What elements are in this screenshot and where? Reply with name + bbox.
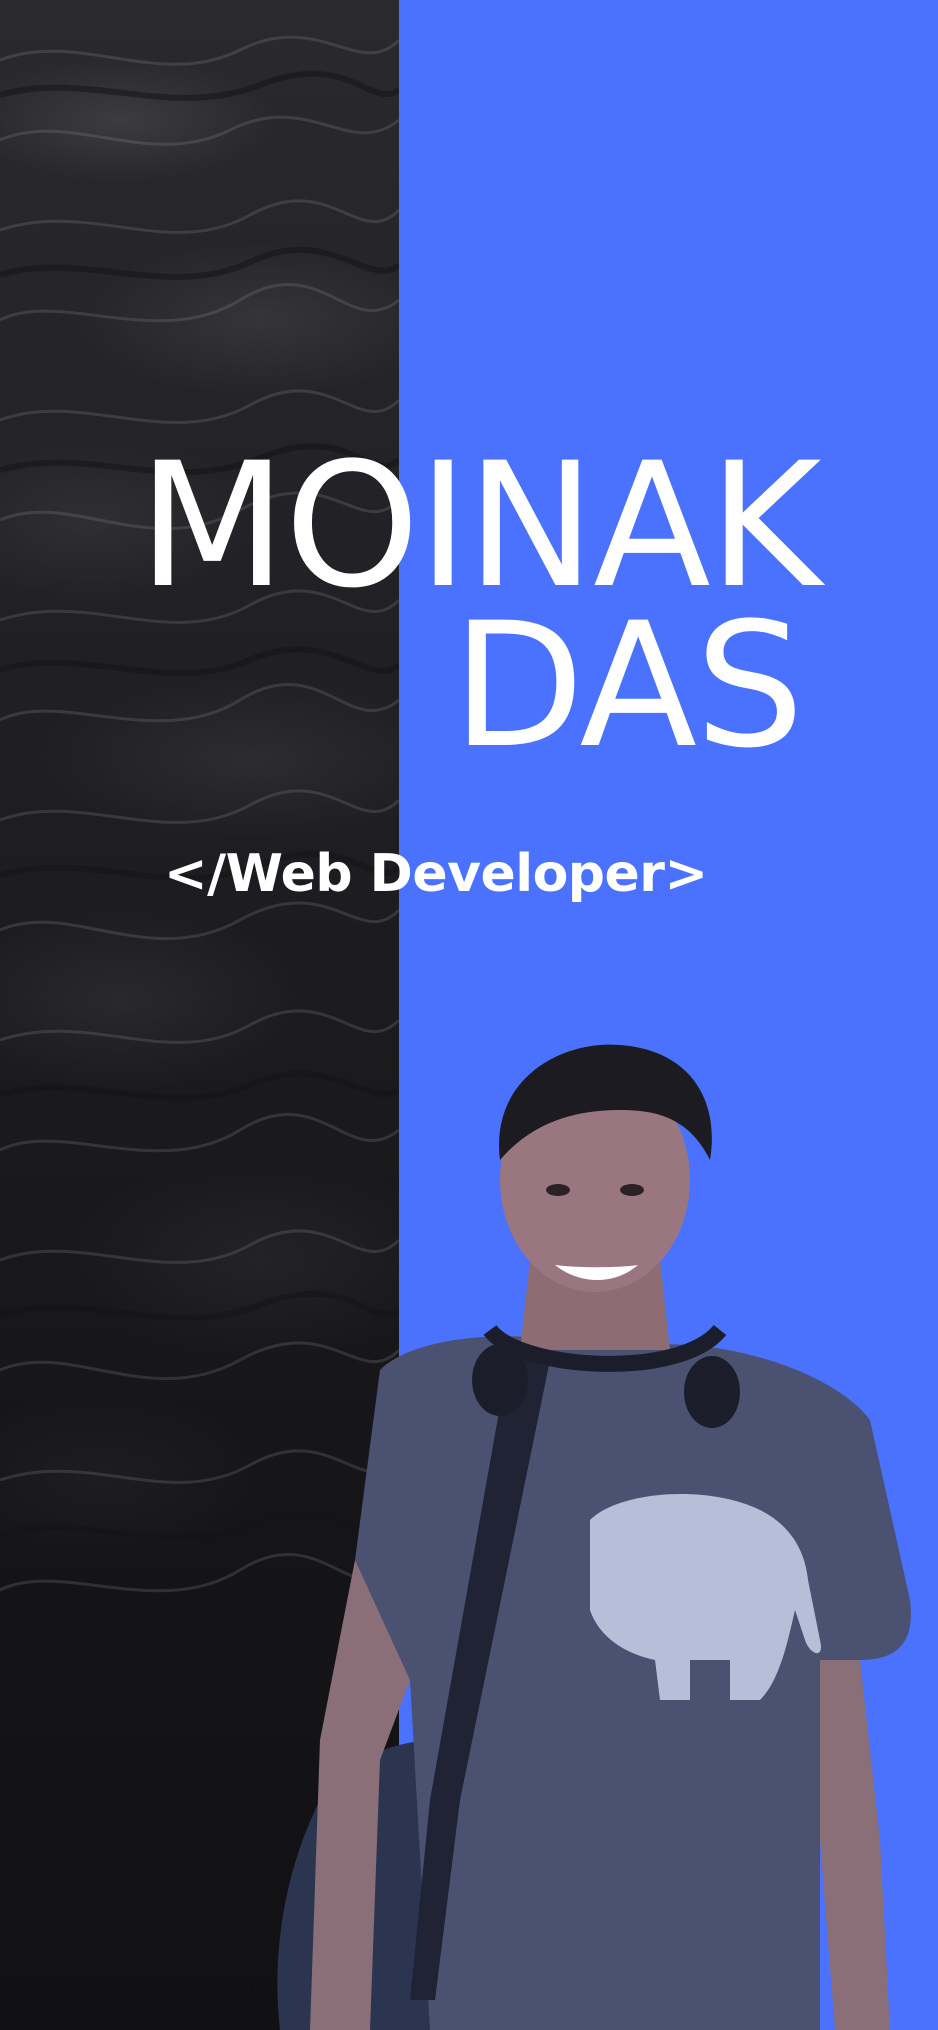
right-arm: [820, 1660, 890, 2030]
right-eye: [620, 1184, 644, 1196]
hero-page: MOINAK DAS </Web Developer>: [0, 0, 938, 2030]
role-subtitle: </Web Developer>: [164, 844, 708, 904]
headphones-right-cup: [684, 1356, 740, 1428]
last-name-heading: DAS: [452, 585, 804, 786]
headphones-left-cup: [472, 1344, 528, 1416]
left-eye: [546, 1184, 570, 1196]
profile-photo: [277, 1044, 911, 2030]
